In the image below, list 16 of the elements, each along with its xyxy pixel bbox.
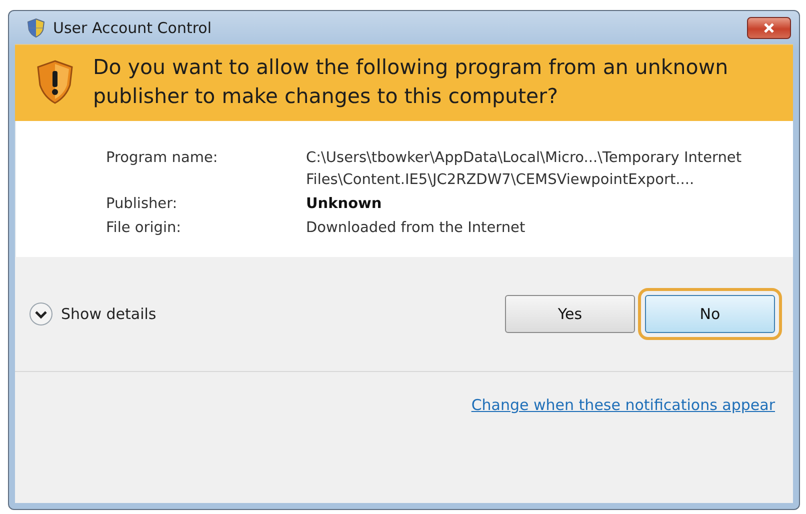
shield-icon (27, 18, 45, 38)
detail-value: Downloaded from the Internet (306, 219, 526, 238)
warning-shield-icon (35, 59, 75, 105)
detail-label: File origin: (106, 219, 182, 238)
close-icon (763, 22, 775, 34)
window-title: User Account Control (53, 18, 212, 36)
prompt-question: Do you want to allow the following program from an unknown publisher to make changes to this computer? (93, 54, 730, 110)
detail-label: Program name: (106, 149, 219, 168)
chevron-icon (29, 302, 53, 326)
detail-value: Unknown (306, 195, 383, 214)
show-details-toggle[interactable]: Show details (29, 302, 156, 326)
notification-settings-link[interactable]: Change when these notifications appear (471, 396, 775, 414)
detail-label: Publisher: (106, 195, 178, 214)
detail-value: C:\Users\tbowker\AppData\Local\Micro...\Temporary Internet Files\Content.IE5\JC2RZDW7\CEMSViewpointExport.... (306, 149, 743, 190)
close-button[interactable] (747, 16, 791, 38)
dialog-button[interactable]: Yes (505, 295, 635, 333)
